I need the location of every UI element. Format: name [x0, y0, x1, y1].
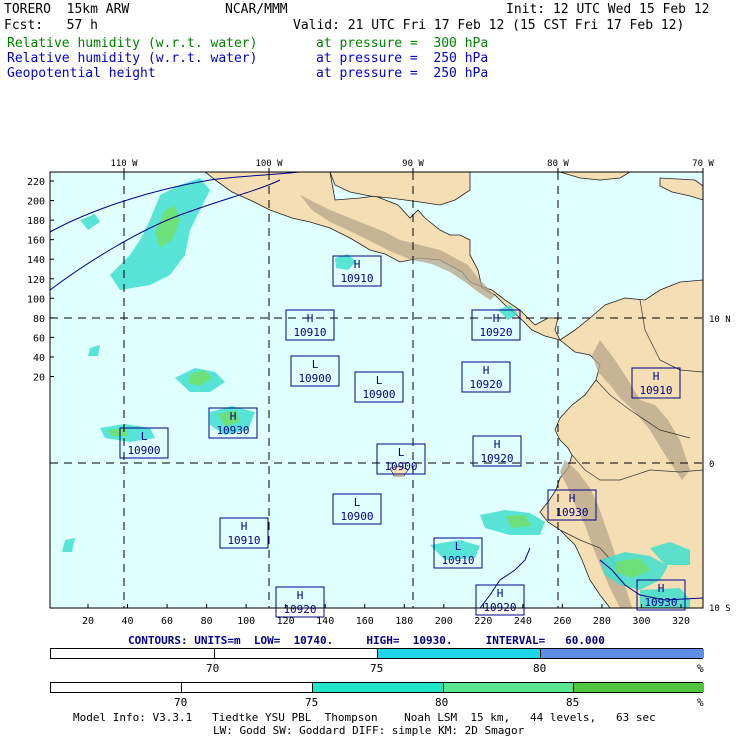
center-type: L	[354, 496, 361, 509]
center-value: 10910	[293, 326, 326, 339]
right-lat-label: 0	[709, 460, 714, 470]
bottom-grid-label: 260	[553, 616, 571, 627]
center-type: H	[658, 582, 665, 595]
colorbar2-seg-4	[573, 683, 704, 692]
center-type: H	[297, 589, 304, 602]
center-value: 10920	[479, 326, 512, 339]
colorbar1-seg-2	[377, 649, 540, 658]
left-grid-label: 40	[33, 353, 45, 364]
bottom-grid-label: 280	[593, 616, 611, 627]
colorbar2-label-75: 75	[305, 696, 319, 709]
left-grid-label: 180	[27, 216, 45, 227]
model-info-line-2: LW: Godd SW: Goddard DIFF: simple KM: 2D…	[213, 724, 525, 737]
top-lon-label: 80 W	[547, 159, 569, 169]
contours-info: CONTOURS: UNITS=m LOW= 10740. HIGH= 1093…	[128, 634, 605, 647]
center-type: L	[376, 374, 383, 387]
top-lon-label: 90 W	[402, 159, 424, 169]
center-value: 10900	[340, 510, 373, 523]
colorbar1-label-75: 75	[370, 662, 384, 675]
bottom-grid-label: 100	[237, 616, 255, 627]
bottom-grid-label: 20	[82, 616, 94, 627]
center-value: 10900	[298, 372, 331, 385]
colorbar2-tick	[312, 683, 313, 692]
center-type: H	[354, 258, 361, 271]
bottom-grid-label: 160	[356, 616, 374, 627]
center-value: 10900	[127, 444, 160, 457]
colorbar2-label-70: 70	[174, 696, 188, 709]
colorbar1-tick	[214, 649, 215, 658]
rh-300-colorbar	[50, 648, 704, 659]
bottom-grid-label: 240	[514, 616, 532, 627]
center-type: L	[312, 358, 319, 371]
bottom-grid-label: 300	[632, 616, 650, 627]
center-value: 10910	[227, 534, 260, 547]
center-value: 10920	[283, 603, 316, 616]
center-type: H	[569, 492, 576, 505]
bottom-grid-label: 320	[672, 616, 690, 627]
colorbar2-label-80: 80	[435, 696, 449, 709]
colorbar2-label-pct: %	[697, 696, 704, 709]
top-lon-label: 70 W	[692, 159, 714, 169]
center-value: 10920	[483, 601, 516, 614]
left-grid-label: 80	[33, 314, 45, 325]
bottom-grid-label: 180	[395, 616, 413, 627]
bottom-grid-label: 80	[201, 616, 213, 627]
center-value: 10920	[480, 452, 513, 465]
bottom-grid-label: 120	[277, 616, 295, 627]
colorbar2-seg-2	[312, 683, 443, 692]
left-grid-label: 200	[27, 197, 45, 208]
center-value: 10930	[644, 596, 677, 609]
left-grid-label: 220	[27, 177, 45, 188]
center-value: 10910	[639, 384, 672, 397]
top-lon-label: 110 W	[110, 159, 138, 169]
rh-250-colorbar	[50, 682, 704, 693]
center-value: 10910	[340, 272, 373, 285]
center-type: H	[483, 364, 490, 377]
left-grid-label: 100	[27, 294, 45, 305]
colorbar1-tick	[377, 649, 378, 658]
center-type: L	[398, 446, 405, 459]
colorbar1-label-pct: %	[697, 662, 704, 675]
center-type: H	[494, 438, 501, 451]
left-grid-label: 160	[27, 236, 45, 247]
colorbar2-tick	[573, 683, 574, 692]
colorbar1-label-80: 80	[533, 662, 547, 675]
colorbar1-tick	[540, 649, 541, 658]
center-type: L	[455, 540, 462, 553]
colorbar2-tick	[181, 683, 182, 692]
center-type: H	[653, 370, 660, 383]
colorbar2-tick	[443, 683, 444, 692]
center-type: H	[307, 312, 314, 325]
left-grid-label: 120	[27, 275, 45, 286]
center-value: 10910	[441, 554, 474, 567]
left-grid-label: 20	[33, 373, 45, 384]
bottom-grid-label: 220	[474, 616, 492, 627]
center-value: 10930	[555, 506, 588, 519]
center-type: L	[141, 430, 148, 443]
colorbar2-seg-3	[443, 683, 573, 692]
colorbar2-label-85: 85	[566, 696, 580, 709]
left-grid-label: 140	[27, 255, 45, 266]
center-value: 10900	[384, 460, 417, 473]
right-lat-label: 10 N	[709, 315, 731, 325]
bottom-grid-label: 60	[161, 616, 173, 627]
right-lat-label: 10 S	[709, 604, 731, 614]
center-value: 10920	[469, 378, 502, 391]
center-value: 10900	[362, 388, 395, 401]
center-value: 10930	[216, 424, 249, 437]
colorbar1-label-70: 70	[206, 662, 220, 675]
bottom-grid-label: 140	[316, 616, 334, 627]
center-type: H	[241, 520, 248, 533]
center-type: H	[497, 587, 504, 600]
model-info-line-1: Model Info: V3.3.1 Tiedtke YSU PBL Thomp…	[73, 711, 656, 724]
top-lon-label: 100 W	[255, 159, 283, 169]
bottom-grid-label: 200	[435, 616, 453, 627]
bottom-grid-label: 40	[122, 616, 134, 627]
colorbar1-seg-3	[540, 649, 704, 658]
center-type: H	[493, 312, 500, 325]
weather-map: H10910H10910H10920L10900 L10900H10920H109…	[27, 159, 731, 627]
left-grid-label: 60	[33, 333, 45, 344]
center-type: H	[230, 410, 237, 423]
